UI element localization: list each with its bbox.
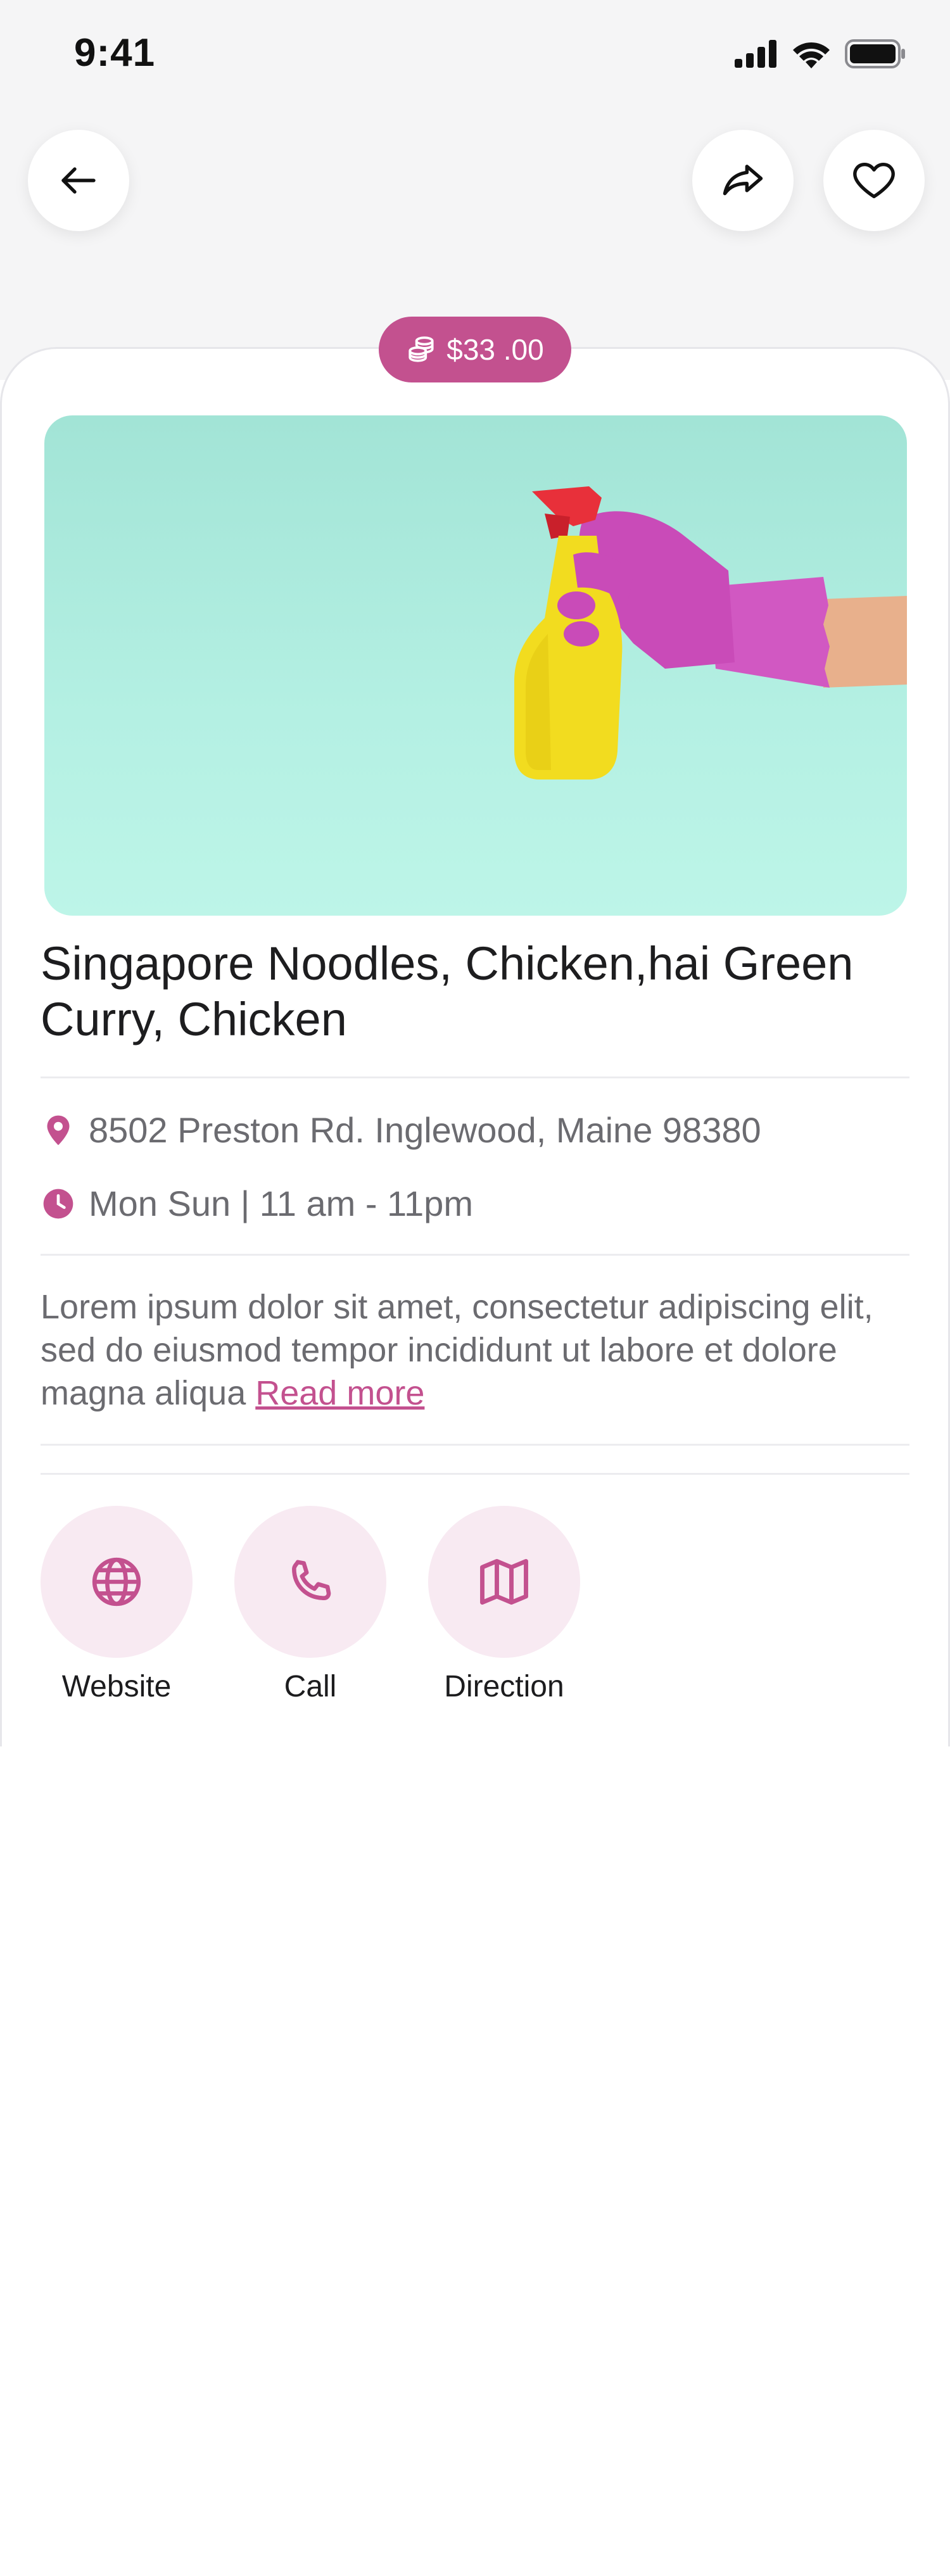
divider (41, 1473, 909, 1475)
status-icons (735, 39, 906, 68)
call-action[interactable]: Call (234, 1506, 386, 1704)
website-label: Website (61, 1670, 172, 1703)
globe-icon (92, 1557, 141, 1607)
location-pin-icon (47, 1115, 70, 1145)
heart-icon (853, 162, 895, 199)
read-more-link[interactable]: Read more (255, 1374, 424, 1412)
direction-action[interactable]: Direction (428, 1506, 580, 1704)
product-image (44, 415, 907, 916)
status-bar: 9:41 (0, 0, 950, 108)
address-text: 8502 Preston Rd. Inglewood, Maine 98380 (89, 1110, 761, 1150)
hours-text: Mon Sun | 11 am - 11pm (89, 1184, 473, 1223)
divider (41, 1444, 909, 1446)
product-title: Singapore Noodles, Chicken,hai Green Cur… (41, 937, 854, 1045)
arrow-left-icon (61, 167, 96, 194)
spray-bottle-photo (514, 486, 907, 780)
website-button[interactable] (41, 1506, 193, 1658)
address-row: 8502 Preston Rd. Inglewood, Maine 98380 (41, 1109, 761, 1151)
back-button[interactable] (28, 130, 129, 231)
divider (41, 1254, 909, 1256)
direction-button[interactable] (428, 1506, 580, 1658)
cellular-signal-icon (735, 40, 776, 68)
phone-icon (292, 1560, 331, 1600)
price-badge: $33 .00 (379, 317, 571, 382)
divider (41, 1076, 909, 1078)
direction-label: Direction (444, 1670, 564, 1703)
map-icon (480, 1558, 528, 1605)
wifi-icon (793, 42, 830, 68)
battery-icon (845, 39, 905, 68)
share-icon (723, 165, 763, 196)
website-action[interactable]: Website (41, 1506, 193, 1704)
description-text: Lorem ipsum dolor sit amet, consectetur … (41, 1288, 873, 1412)
price-label: $33 .00 (446, 333, 544, 366)
call-button[interactable] (234, 1506, 386, 1658)
page-bottom (0, 1746, 950, 2576)
coins-icon (408, 336, 434, 362)
clock-icon (43, 1189, 73, 1218)
call-label: Call (284, 1670, 337, 1703)
status-time: 9:41 (74, 31, 156, 75)
favorite-button[interactable] (823, 130, 925, 231)
share-button[interactable] (692, 130, 794, 231)
description: Lorem ipsum dolor sit amet, consectetur … (41, 1285, 915, 1415)
hours-row: Mon Sun | 11 am - 11pm (41, 1183, 473, 1224)
